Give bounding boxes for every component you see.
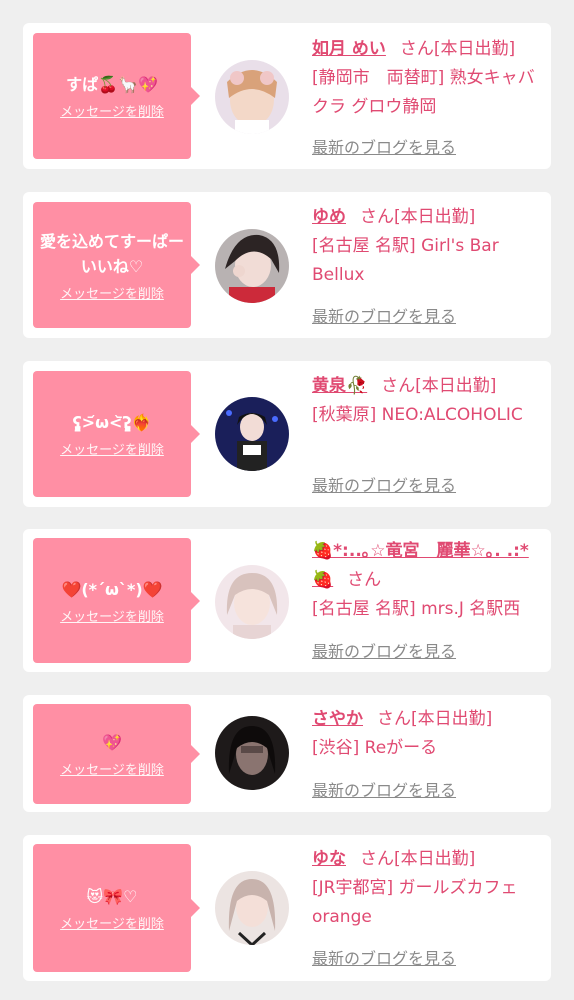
- attendance-status: [本日出勤]: [394, 207, 476, 227]
- honorific: さん: [347, 570, 382, 590]
- message-card: ʕ̡̢̡>᷄ω<᷅ʔ̡̢̡❤️‍🔥 メッセージを削除 黄泉🥀 さん[本日出勤] […: [23, 361, 551, 507]
- message-text: ❤️(*´ω`*)❤️: [61, 579, 163, 599]
- latest-blog-link[interactable]: 最新のブログを見る: [312, 472, 456, 496]
- honorific: さん: [381, 376, 416, 396]
- attendance-status: [本日出勤]: [415, 376, 497, 396]
- delete-message-link[interactable]: メッセージを削除: [60, 101, 164, 120]
- shop-info: [名古屋 名駅] Girl's Bar Bellux: [312, 236, 499, 285]
- avatar[interactable]: [215, 871, 289, 945]
- cast-name-link[interactable]: 🍓*:..｡☆竜宮 麗華☆｡. .:*🍓: [312, 541, 529, 590]
- message-card: ❤️(*´ω`*)❤️ メッセージを削除 🍓*:..｡☆竜宮 麗華☆｡. .:*…: [23, 529, 551, 672]
- cast-name-link[interactable]: 如月 めい: [312, 39, 386, 59]
- delete-message-link[interactable]: メッセージを削除: [60, 439, 164, 458]
- cast-name-link[interactable]: ゆな: [312, 849, 346, 869]
- entry-info: ゆな さん[本日出勤] [JR宇都宮] ガールズカフェ orange: [312, 845, 548, 932]
- message-list: すぱ🍒🦙💖 メッセージを削除 如月 めい さん[本日出勤] [静岡市 両替町] 熟…: [0, 0, 574, 1000]
- entry-info: 如月 めい さん[本日出勤] [静岡市 両替町] 熟女キャバクラ グロウ静岡: [312, 35, 548, 122]
- message-text: 😻🎀♡: [86, 887, 138, 906]
- cast-name-link[interactable]: さやか: [312, 709, 363, 729]
- message-bubble: ʕ̡̢̡>᷄ω<᷅ʔ̡̢̡❤️‍🔥 メッセージを削除: [33, 371, 200, 497]
- message-card: 愛を込めてすーぱーいいね♡ メッセージを削除 ゆめ さん[本日出勤] [名古屋 名…: [23, 192, 551, 338]
- attendance-status: [本日出勤]: [394, 849, 476, 869]
- cast-name-link[interactable]: 黄泉🥀: [312, 376, 367, 396]
- shop-info: [渋谷] Reがーる: [312, 738, 438, 758]
- honorific: さん: [377, 709, 411, 729]
- latest-blog-link[interactable]: 最新のブログを見る: [312, 638, 456, 662]
- attendance-status: [本日出勤]: [433, 39, 516, 59]
- delete-message-link[interactable]: メッセージを削除: [60, 283, 164, 302]
- delete-message-link[interactable]: メッセージを削除: [60, 759, 164, 778]
- honorific: さん: [399, 39, 434, 59]
- latest-blog-link[interactable]: 最新のブログを見る: [312, 303, 456, 327]
- entry-info: さやか さん[本日出勤] [渋谷] Reがーる: [312, 705, 548, 763]
- message-card: 😻🎀♡ メッセージを削除 ゆな さん[本日出勤] [JR宇都宮] ガールズカフェ …: [23, 835, 551, 981]
- honorific: さん: [360, 849, 394, 869]
- cast-name-link[interactable]: ゆめ: [312, 207, 346, 227]
- latest-blog-link[interactable]: 最新のブログを見る: [312, 777, 456, 801]
- delete-message-link[interactable]: メッセージを削除: [60, 913, 164, 932]
- shop-info: [秋葉原] NEO:ALCOHOLIC: [312, 405, 523, 425]
- avatar[interactable]: [215, 60, 289, 134]
- message-text: すぱ🍒🦙💖: [66, 75, 158, 94]
- message-bubble: 😻🎀♡ メッセージを削除: [33, 844, 200, 972]
- message-text: ʕ̡̢̡>᷄ω<᷅ʔ̡̢̡❤️‍🔥: [72, 413, 152, 432]
- message-bubble: 💖 メッセージを削除: [33, 704, 200, 804]
- latest-blog-link[interactable]: 最新のブログを見る: [312, 945, 456, 969]
- avatar[interactable]: [215, 397, 289, 471]
- entry-info: ゆめ さん[本日出勤] [名古屋 名駅] Girl's Bar Bellux: [312, 203, 548, 290]
- shop-info: [名古屋 名駅] mrs.J 名駅西: [312, 599, 521, 619]
- entry-info: 黄泉🥀 さん[本日出勤] [秋葉原] NEO:ALCOHOLIC: [312, 372, 548, 430]
- message-bubble: ❤️(*´ω`*)❤️ メッセージを削除: [33, 538, 200, 663]
- message-text: 💖: [102, 733, 122, 752]
- avatar[interactable]: [215, 229, 289, 303]
- delete-message-link[interactable]: メッセージを削除: [60, 606, 164, 625]
- message-card: 💖 メッセージを削除 さやか さん[本日出勤] [渋谷] Reがーる 最新のブログ…: [23, 695, 551, 812]
- avatar[interactable]: [215, 565, 289, 639]
- attendance-status: [本日出勤]: [411, 709, 493, 729]
- shop-info: [JR宇都宮] ガールズカフェ orange: [312, 878, 518, 927]
- avatar[interactable]: [215, 716, 289, 790]
- honorific: さん: [360, 207, 394, 227]
- message-bubble: すぱ🍒🦙💖 メッセージを削除: [33, 33, 200, 159]
- latest-blog-link[interactable]: 最新のブログを見る: [312, 134, 456, 158]
- shop-info: [静岡市 両替町] 熟女キャバクラ グロウ静岡: [312, 68, 535, 117]
- message-bubble: 愛を込めてすーぱーいいね♡ メッセージを削除: [33, 202, 200, 328]
- message-card: すぱ🍒🦙💖 メッセージを削除 如月 めい さん[本日出勤] [静岡市 両替町] 熟…: [23, 23, 551, 169]
- entry-info: 🍓*:..｡☆竜宮 麗華☆｡. .:*🍓 さん [名古屋 名駅] mrs.J 名駅…: [312, 537, 548, 624]
- message-text: 愛を込めてすーぱーいいね♡: [39, 231, 184, 276]
